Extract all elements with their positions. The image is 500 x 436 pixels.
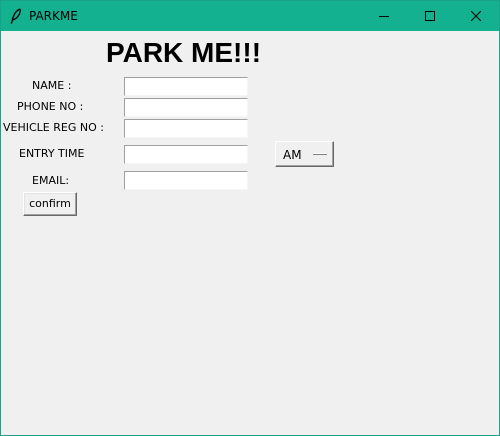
feather-icon xyxy=(9,8,23,24)
name-input[interactable] xyxy=(124,77,248,96)
phone-input[interactable] xyxy=(124,98,248,117)
maximize-icon xyxy=(425,11,435,21)
entry-time-input[interactable] xyxy=(124,145,248,164)
confirm-button[interactable]: confirm xyxy=(23,192,77,216)
vehicle-reg-label: VEHICLE REG NO : xyxy=(3,121,104,134)
name-label: NAME : xyxy=(32,79,72,92)
minimize-button[interactable] xyxy=(361,1,407,31)
vehicle-reg-input[interactable] xyxy=(124,119,248,138)
am-pm-dropdown[interactable]: AM xyxy=(275,141,334,167)
title-bar[interactable]: PARKME xyxy=(1,1,499,31)
am-pm-selected: AM xyxy=(283,148,302,162)
phone-label: PHONE NO : xyxy=(17,100,84,113)
window-title: PARKME xyxy=(29,9,78,23)
minimize-icon xyxy=(379,16,389,17)
dropdown-indicator-icon xyxy=(313,153,327,155)
email-input[interactable] xyxy=(124,171,248,190)
app-window: PARKME PARK ME!!! NAME : PHONE NO : VEHI… xyxy=(0,0,500,436)
entry-time-label: ENTRY TIME xyxy=(19,147,85,160)
close-button[interactable] xyxy=(453,1,499,31)
email-label: EMAIL: xyxy=(32,174,70,187)
page-title: PARK ME!!! xyxy=(106,37,262,68)
close-icon xyxy=(471,11,481,21)
maximize-button[interactable] xyxy=(407,1,453,31)
